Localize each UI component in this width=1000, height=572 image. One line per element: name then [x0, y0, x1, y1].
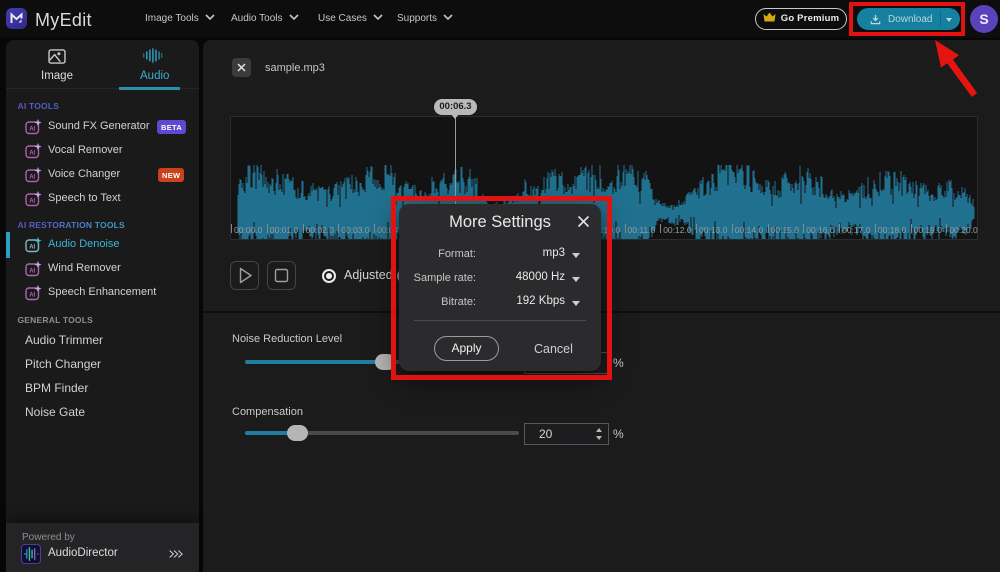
svg-text:AI: AI	[29, 245, 35, 251]
svg-text:AI: AI	[29, 199, 35, 205]
svg-text:AI: AI	[29, 175, 35, 181]
svg-text:AI: AI	[29, 127, 35, 133]
svg-text:AI: AI	[29, 269, 35, 275]
svg-text:AI: AI	[29, 293, 35, 299]
svg-text:AI: AI	[29, 151, 35, 157]
